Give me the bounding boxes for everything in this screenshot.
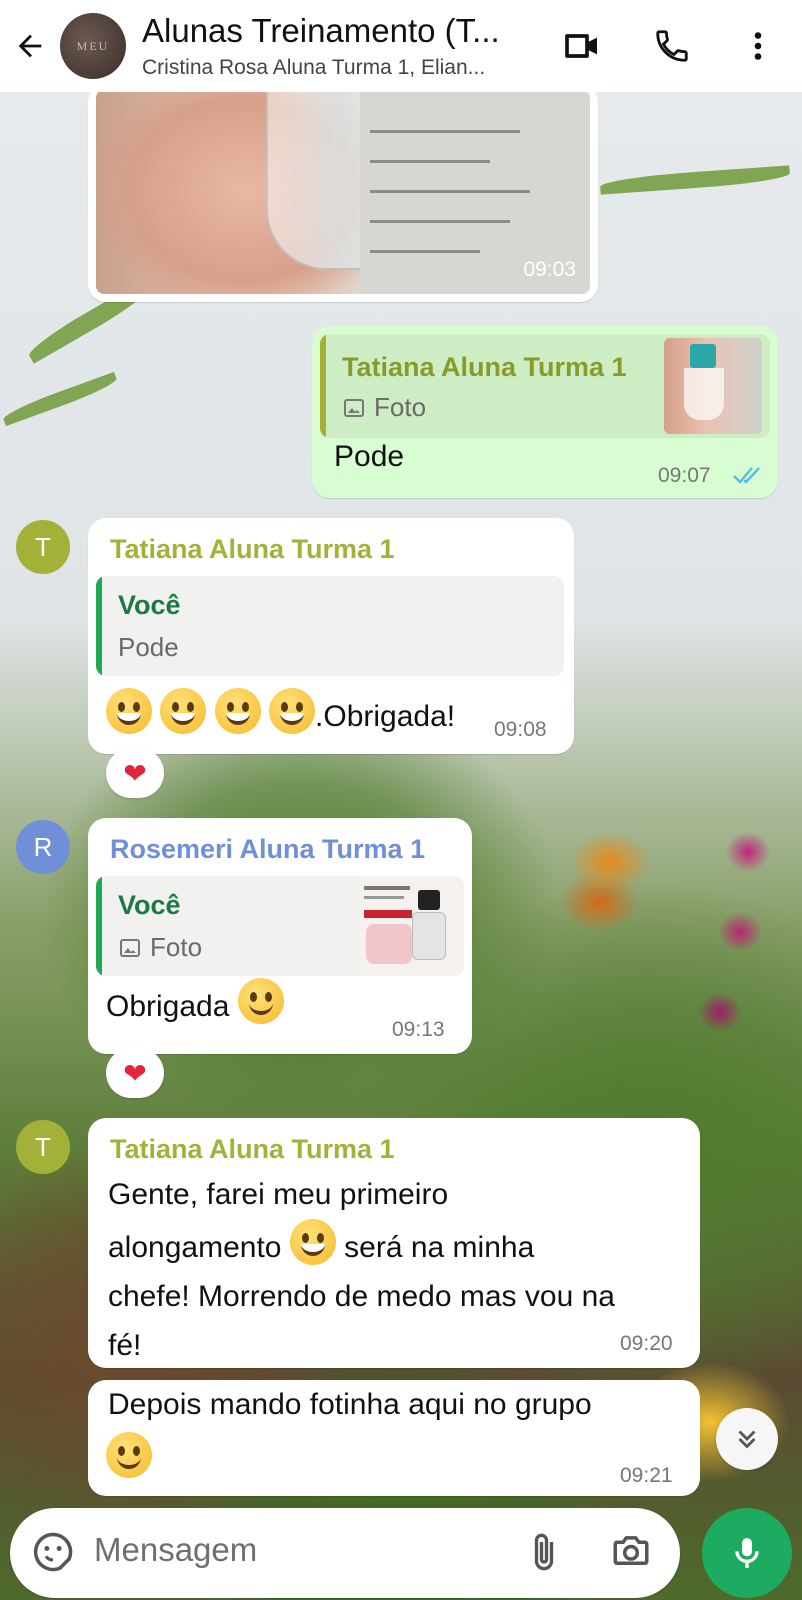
message-text: Depois mando fotinha aqui no grupo [108, 1388, 592, 1421]
quoted-sender: Você [118, 590, 181, 620]
group-avatar-text: MEU [76, 38, 110, 53]
chat-header: MEU Alunas Treinamento (T... Cristina Ro… [0, 0, 802, 92]
double-check-icon [733, 467, 760, 484]
video-call-icon [565, 34, 597, 58]
back-arrow-icon [18, 34, 42, 58]
avatar-letter: T [35, 1131, 51, 1162]
quoted-text: Pode [118, 632, 179, 662]
avatar-letter: T [35, 531, 51, 562]
sender-name: Tatiana Aluna Turma 1 [110, 534, 395, 564]
sticker-icon [33, 1532, 73, 1572]
camera-icon [613, 1536, 649, 1565]
image-icon [120, 938, 140, 957]
sender-avatar[interactable]: T [16, 520, 70, 574]
photo-thumbnail[interactable] [96, 90, 590, 294]
quoted-message[interactable]: Você Pode [96, 576, 564, 676]
quoted-text: Foto [150, 932, 203, 962]
grinning-emoji [106, 688, 152, 734]
incoming-message-bubble[interactable]: Depois mando fotinha aqui no grupo 09:21 [88, 1380, 700, 1496]
heart-icon: ❤ [123, 1057, 147, 1089]
back-button[interactable] [0, 0, 60, 92]
quoted-sender: Tatiana Aluna Turma 1 [342, 352, 627, 382]
incoming-message-bubble[interactable]: Tatiana Aluna Turma 1 Você Pode .Obrigad… [88, 518, 574, 754]
group-avatar[interactable]: MEU [60, 13, 126, 79]
quoted-text-row: Foto [118, 932, 202, 963]
reaction-badge[interactable]: ❤ [106, 748, 164, 798]
message-text-line: fé! [108, 1329, 142, 1362]
message-text-line: chefe! Morrendo de medo mas vou na [108, 1280, 615, 1313]
message-time: 09:20 [620, 1332, 673, 1355]
message-time: 09:13 [392, 1018, 445, 1041]
message-time: 09:21 [620, 1464, 673, 1487]
mic-icon [735, 1538, 759, 1568]
quoted-text: Foto [374, 392, 427, 422]
message-input[interactable]: Mensagem [94, 1531, 257, 1569]
attach-button[interactable] [524, 1530, 564, 1579]
chat-title-block[interactable]: Alunas Treinamento (T... Cristina Rosa A… [142, 12, 542, 80]
grinning-emoji [269, 688, 316, 734]
message-time: 09:08 [494, 718, 547, 741]
camera-button[interactable] [610, 1530, 652, 1577]
reaction-badge[interactable]: ❤ [106, 1048, 164, 1098]
quoted-photo-thumb [360, 876, 460, 976]
chat-participants: Cristina Rosa Aluna Turma 1, Elian... [142, 56, 486, 79]
quoted-text-row: Foto [342, 392, 426, 423]
smiling-emoji [106, 1432, 152, 1478]
scroll-to-bottom-button[interactable] [716, 1408, 778, 1470]
voice-record-button[interactable] [702, 1508, 792, 1598]
message-text-line-2: alongamento será na minha [108, 1219, 688, 1272]
message-text: .Obrigada! [315, 700, 456, 733]
grinning-emoji [160, 688, 207, 734]
sticker-button[interactable] [32, 1531, 74, 1578]
grinning-emoji [214, 688, 261, 734]
message-text: Pode [334, 440, 405, 473]
message-text-line: Gente, farei meu primeiro [108, 1178, 449, 1211]
more-vert-icon [754, 32, 762, 60]
avatar-letter: R [33, 831, 53, 862]
sender-name: Rosemeri Aluna Turma 1 [110, 834, 426, 864]
phone-icon [656, 30, 688, 62]
message-emoji-row [106, 1432, 152, 1478]
grinning-emoji [289, 1219, 336, 1265]
smiling-emoji [237, 978, 284, 1024]
incoming-message-bubble[interactable]: Rosemeri Aluna Turma 1 Você Foto Obrigad… [88, 818, 472, 1054]
wallpaper-leaf [599, 165, 791, 195]
message-text-block: Gente, farei meu primeiro alongamento se… [108, 1170, 688, 1370]
quoted-message[interactable]: Você Foto [96, 876, 464, 976]
voice-call-button[interactable] [644, 18, 700, 74]
more-options-button[interactable] [728, 18, 788, 74]
message-time: 09:07 [658, 464, 711, 487]
message-time: 09:03 [523, 258, 576, 281]
video-call-button[interactable] [554, 18, 610, 74]
chevron-double-down-icon [738, 1430, 756, 1449]
quoted-message[interactable]: Tatiana Aluna Turma 1 Foto [320, 334, 770, 438]
quoted-sender: Você [118, 890, 181, 920]
message-text-part: alongamento [108, 1231, 282, 1264]
message-text-row: .Obrigada! [106, 688, 455, 741]
photo-message-bubble[interactable]: 09:03 [88, 84, 598, 302]
wallpaper-leaf [1, 371, 119, 427]
sender-name: Tatiana Aluna Turma 1 [110, 1134, 395, 1164]
sender-avatar[interactable]: R [16, 820, 70, 874]
sender-avatar[interactable]: T [16, 1120, 70, 1174]
quoted-photo-thumb [664, 338, 762, 434]
message-text: Obrigada [106, 990, 230, 1023]
attach-icon [534, 1533, 554, 1571]
chat-title: Alunas Treinamento (T... [142, 12, 500, 49]
heart-icon: ❤ [123, 757, 147, 789]
outgoing-message-bubble[interactable]: Tatiana Aluna Turma 1 Foto Pode 09:07 [312, 326, 778, 498]
message-text-row: Obrigada [106, 978, 284, 1031]
image-icon [344, 398, 364, 417]
incoming-message-bubble[interactable]: Tatiana Aluna Turma 1 Gente, farei meu p… [88, 1118, 700, 1368]
message-text-part: será na minha [344, 1231, 535, 1264]
message-composer[interactable]: Mensagem [10, 1508, 680, 1598]
